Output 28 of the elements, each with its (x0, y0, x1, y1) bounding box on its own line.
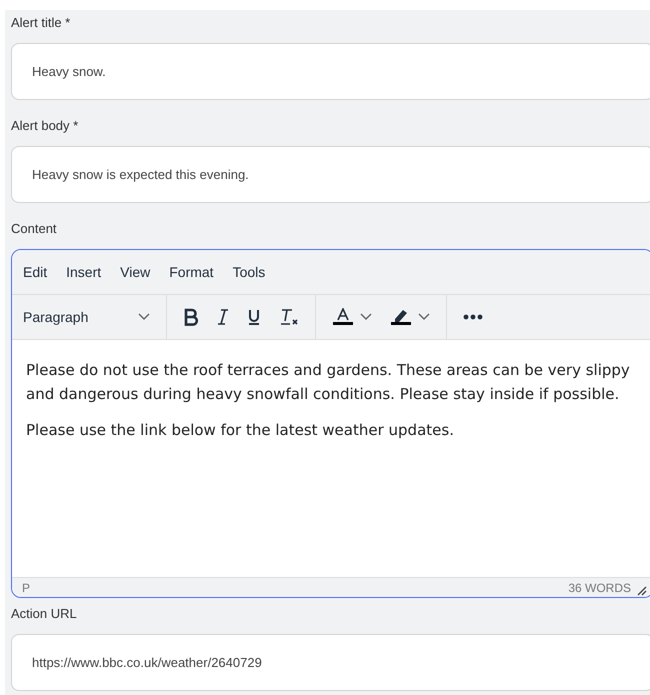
word-count: 36 WORDS (568, 580, 631, 594)
menu-item[interactable]: View (120, 264, 150, 280)
underline-icon[interactable] (247, 308, 261, 326)
more-icon[interactable] (463, 314, 483, 320)
chevron-down-icon[interactable] (418, 313, 430, 321)
field-label: Action URL (11, 606, 77, 622)
highlighter-icon[interactable] (390, 308, 412, 326)
element-path: P (22, 580, 30, 594)
field-label: Alert body * (11, 118, 78, 134)
url-field[interactable]: https://www.bbc.co.uk/weather/2640729 (11, 634, 650, 691)
block-format-select[interactable]: Paragraph (23, 309, 88, 325)
paragraph: Please use the link below for the latest weather updates. (26, 420, 455, 441)
paragraph: Please do not use the roof terraces and gardens. These areas can be very slippy and dangerous during heavy snowfall conditions. Please stay inside if possible. (26, 360, 631, 405)
menu-item[interactable]: Edit (23, 264, 48, 280)
chevron-down-icon[interactable] (360, 313, 372, 321)
chevron-down-icon[interactable] (138, 313, 150, 321)
menu-item[interactable]: Tools (232, 264, 266, 280)
italic-icon[interactable] (217, 308, 229, 326)
text-field[interactable]: Heavy snow. (11, 43, 650, 100)
resize-handle-icon[interactable] (637, 586, 647, 596)
bold-icon[interactable] (183, 308, 199, 326)
text-color-icon[interactable] (332, 308, 354, 326)
clear-formatting-icon[interactable] (279, 308, 299, 326)
text-field[interactable]: Heavy snow is expected this evening. (11, 146, 650, 203)
field-label: Alert title * (11, 15, 70, 31)
menu-item[interactable]: Insert (66, 264, 102, 280)
field-label: Content (11, 221, 57, 237)
menu-item[interactable]: Format (169, 264, 214, 280)
